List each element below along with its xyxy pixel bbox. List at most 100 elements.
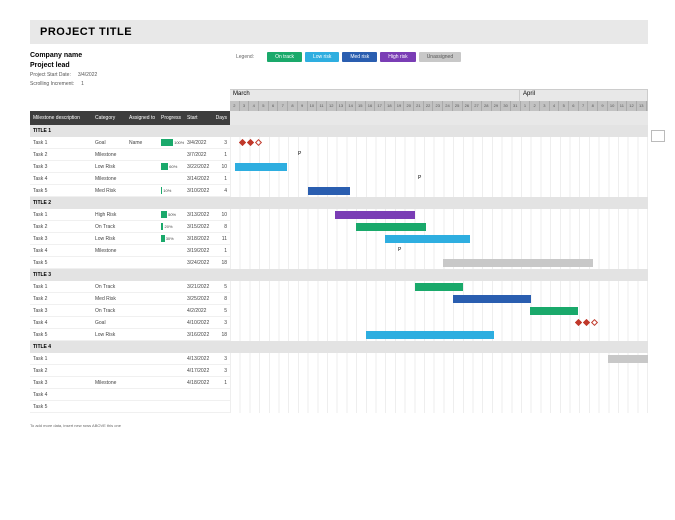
task-row[interactable]: Task 2On Track 20%3/15/20228 bbox=[30, 221, 230, 233]
day-row: 2345678910111213141516171819202122232425… bbox=[230, 101, 648, 111]
goal-diamond-icon bbox=[583, 319, 590, 326]
task-row[interactable]: Task 14/13/20223 bbox=[30, 353, 230, 365]
task-row[interactable]: Task 5Low Risk3/16/202218 bbox=[30, 329, 230, 341]
task-row[interactable]: Task 1On Track3/21/20225 bbox=[30, 281, 230, 293]
task-row[interactable]: Task 5Med Risk 10%3/10/20224 bbox=[30, 185, 230, 197]
task-cell: Task 4 bbox=[30, 176, 92, 182]
days-cell: 1 bbox=[212, 380, 230, 386]
gantt-row bbox=[230, 281, 648, 293]
start-cell: 3/19/2022 bbox=[184, 248, 212, 254]
gantt-bar[interactable] bbox=[385, 235, 470, 243]
start-cell: 3/18/2022 bbox=[184, 236, 212, 242]
day-cell: 26 bbox=[463, 101, 473, 111]
task-row[interactable]: Task 4Milestone3/19/20221 bbox=[30, 245, 230, 257]
day-cell: 4 bbox=[550, 101, 560, 111]
gantt-bar[interactable] bbox=[335, 211, 415, 219]
section-title-row: TITLE 3 bbox=[30, 269, 230, 281]
task-row[interactable]: Task 3Low Risk 30%3/18/202211 bbox=[30, 233, 230, 245]
start-cell: 4/17/2022 bbox=[184, 368, 212, 374]
gantt-row bbox=[230, 161, 648, 173]
day-cell: 25 bbox=[453, 101, 463, 111]
start-cell: 3/14/2022 bbox=[184, 176, 212, 182]
gantt-bar[interactable] bbox=[356, 223, 426, 231]
days-cell: 3 bbox=[212, 140, 230, 146]
section-title-row: TITLE 2 bbox=[30, 197, 230, 209]
progress-cell: 60% bbox=[158, 163, 184, 170]
side-selection-box[interactable] bbox=[651, 130, 665, 142]
footer-note: To add more data, insert new rows ABOVE … bbox=[30, 423, 230, 429]
day-cell: 16 bbox=[366, 101, 376, 111]
section-title: TITLE 1 bbox=[33, 128, 51, 134]
gantt-row: P bbox=[230, 173, 648, 185]
day-cell: 31 bbox=[511, 101, 521, 111]
day-cell: 23 bbox=[433, 101, 443, 111]
start-date-value: 3/4/2022 bbox=[78, 72, 97, 78]
day-cell: 22 bbox=[424, 101, 434, 111]
day-cell: 24 bbox=[443, 101, 453, 111]
task-cell: Task 3 bbox=[30, 236, 92, 242]
gantt-bar[interactable] bbox=[443, 259, 593, 267]
task-row[interactable]: Task 3On Track4/2/20225 bbox=[30, 305, 230, 317]
days-cell: 1 bbox=[212, 152, 230, 158]
task-cell: Task 4 bbox=[30, 320, 92, 326]
gantt-bar[interactable] bbox=[608, 355, 648, 363]
day-cell: 8 bbox=[588, 101, 598, 111]
gantt-row bbox=[230, 365, 648, 377]
day-cell: 10 bbox=[308, 101, 318, 111]
legend-lowrisk: Low risk bbox=[305, 52, 339, 62]
goal-diamond-icon bbox=[591, 319, 598, 326]
day-cell: 4 bbox=[249, 101, 259, 111]
goal-diamond-icon bbox=[247, 139, 254, 146]
start-cell: 3/22/2022 bbox=[184, 164, 212, 170]
day-cell: 10 bbox=[608, 101, 618, 111]
task-cell: Task 5 bbox=[30, 260, 92, 266]
task-row[interactable]: Task 5 bbox=[30, 401, 230, 413]
gantt-bar[interactable] bbox=[366, 331, 494, 339]
milestone-marker: P bbox=[418, 175, 421, 181]
gantt-bar[interactable] bbox=[530, 307, 578, 315]
start-cell: 3/21/2022 bbox=[184, 284, 212, 290]
task-row[interactable]: Task 2Milestone3/7/20221 bbox=[30, 149, 230, 161]
task-row[interactable]: Task 3Milestone4/18/20221 bbox=[30, 377, 230, 389]
day-cell: 3 bbox=[540, 101, 550, 111]
milestone-marker: P bbox=[298, 151, 301, 157]
task-cell: Task 3 bbox=[30, 164, 92, 170]
days-cell: 1 bbox=[212, 248, 230, 254]
task-cell: Task 5 bbox=[30, 404, 92, 410]
gantt-bar[interactable] bbox=[415, 283, 463, 291]
start-cell: 3/15/2022 bbox=[184, 224, 212, 230]
task-cell: Task 4 bbox=[30, 248, 92, 254]
day-cell: 21 bbox=[414, 101, 424, 111]
gantt-row bbox=[230, 305, 648, 317]
days-cell: 11 bbox=[212, 236, 230, 242]
start-cell: 3/10/2022 bbox=[184, 188, 212, 194]
task-row[interactable]: Task 3Low Risk 60%3/22/202210 bbox=[30, 161, 230, 173]
task-cell: Task 4 bbox=[30, 392, 92, 398]
legend-medrisk: Med risk bbox=[342, 52, 377, 62]
task-row[interactable]: Task 4 bbox=[30, 389, 230, 401]
task-row[interactable]: Task 1High Risk 50%3/13/202210 bbox=[30, 209, 230, 221]
task-cell: Med Risk bbox=[92, 296, 126, 302]
gantt-bar[interactable] bbox=[308, 187, 350, 195]
task-row[interactable]: Task 4Milestone3/14/20221 bbox=[30, 173, 230, 185]
start-cell: 4/18/2022 bbox=[184, 380, 212, 386]
days-cell: 8 bbox=[212, 296, 230, 302]
col-progress: Progress bbox=[158, 115, 184, 121]
start-cell: 4/13/2022 bbox=[184, 356, 212, 362]
task-row[interactable]: Task 53/24/202218 bbox=[30, 257, 230, 269]
task-cell: Task 2 bbox=[30, 368, 92, 374]
task-row[interactable]: Task 1GoalName 100%3/4/20223 bbox=[30, 137, 230, 149]
task-row[interactable]: Task 4Goal4/10/20223 bbox=[30, 317, 230, 329]
col-assigned: Assigned to bbox=[126, 115, 158, 121]
gantt-bar[interactable] bbox=[235, 163, 287, 171]
days-cell: 10 bbox=[212, 212, 230, 218]
gantt-row bbox=[230, 353, 648, 365]
project-lead: Project lead bbox=[30, 62, 230, 69]
task-row[interactable]: Task 2Med Risk3/25/20228 bbox=[30, 293, 230, 305]
section-title: TITLE 4 bbox=[33, 344, 51, 350]
progress-cell: 50% bbox=[158, 211, 184, 218]
days-cell: 3 bbox=[212, 320, 230, 326]
task-row[interactable]: Task 24/17/20223 bbox=[30, 365, 230, 377]
gantt-bar[interactable] bbox=[453, 295, 531, 303]
task-cell: On Track bbox=[92, 224, 126, 230]
